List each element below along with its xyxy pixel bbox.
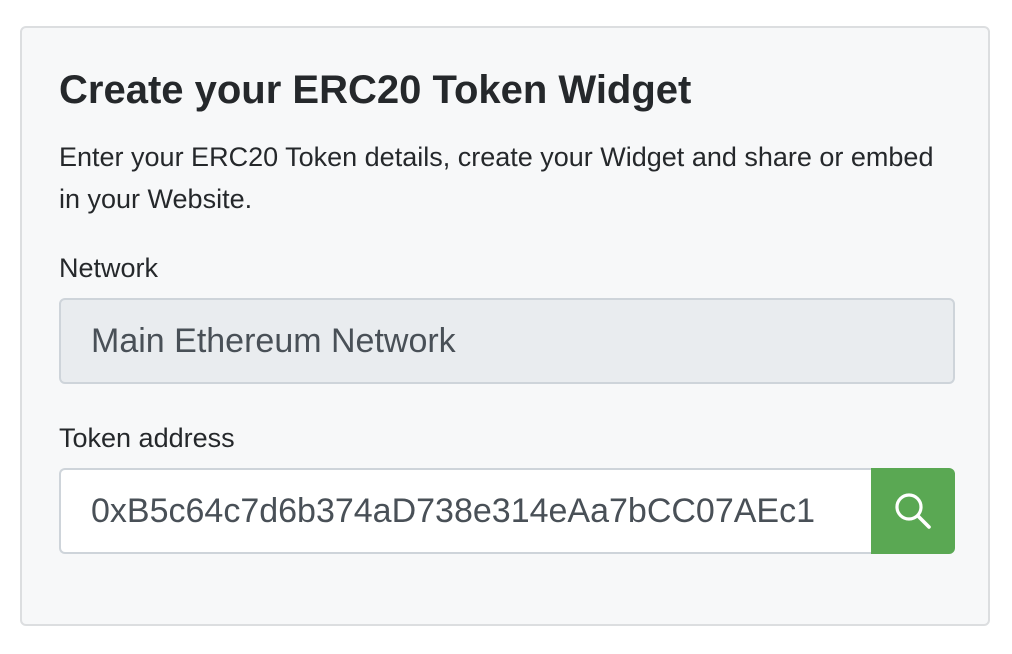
search-button[interactable]	[871, 468, 955, 554]
search-icon	[895, 493, 931, 529]
network-label: Network	[59, 253, 159, 283]
token-widget-card: Create your ERC20 Token Widget Enter you…	[20, 26, 990, 626]
token-address-input[interactable]	[59, 468, 871, 554]
token-address-group	[59, 468, 955, 554]
card-description: Enter your ERC20 Token details, create y…	[59, 142, 934, 214]
network-field: Main Ethereum Network	[59, 298, 955, 384]
token-address-label: Token address	[59, 423, 235, 453]
card-title: Create your ERC20 Token Widget	[59, 68, 692, 112]
